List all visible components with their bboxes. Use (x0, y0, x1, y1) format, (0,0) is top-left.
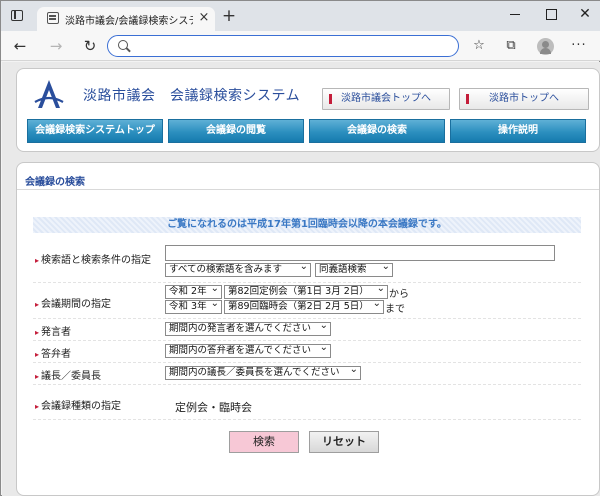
more-icon[interactable]: ··· (571, 38, 587, 54)
answerer-select[interactable]: 期間内の答弁者を選んでください (165, 344, 331, 358)
title-bar: 淡路市議会/会議録検索システム × + ✕ (1, 1, 600, 31)
city-top-link[interactable]: 淡路市トップへ (459, 88, 589, 110)
tab-title: 淡路市議会/会議録検索システム (65, 16, 193, 27)
to-session-select[interactable]: 第89回臨時会（第2日 2月 5日） (224, 300, 384, 314)
browser-tab[interactable]: 淡路市議会/会議録検索システム × (37, 7, 215, 31)
speaker-label: 発言者 (35, 323, 71, 338)
from-year-select[interactable]: 令和 2年 (165, 285, 222, 299)
search-panel: 会議録の検索 ご覧になれるのは平成17年第1回臨時会以降の本会議録です。 検索語… (16, 162, 600, 496)
synonym-select[interactable]: 同義語検索 (315, 263, 393, 277)
divider (33, 318, 581, 319)
browser-window: 淡路市議会/会議録検索システム × + ✕ ← → ↻ ☆ ⧉ ··· 淡路市議… (0, 0, 600, 496)
from-suffix: から (389, 289, 409, 300)
page-title: 淡路市議会 会議録検索システム (83, 88, 301, 104)
tab-actions-icon[interactable] (11, 10, 23, 21)
nav-tab-system-top[interactable]: 会議録検索システムトップ (27, 119, 163, 143)
maximize-button[interactable] (541, 5, 561, 23)
favorites-icon[interactable]: ☆ (471, 38, 487, 54)
notice-banner: ご覧になれるのは平成17年第1回臨時会以降の本会議録です。 (33, 217, 581, 233)
kind-value: 定例会・臨時会 (175, 401, 252, 414)
search-button[interactable]: 検索 (229, 431, 299, 453)
forward-arrow-icon[interactable]: → (47, 37, 65, 55)
site-header: 淡路市議会 会議録検索システム 淡路市議会トップへ 淡路市トップへ 会議録検索シ… (16, 68, 600, 152)
address-bar[interactable] (107, 35, 459, 57)
chair-select[interactable]: 期間内の議長／委員長を選んでください (165, 366, 361, 380)
answerer-label: 答弁者 (35, 345, 71, 360)
collections-icon[interactable]: ⧉ (503, 38, 519, 54)
nav-tab-browse[interactable]: 会議録の閲覧 (168, 119, 304, 143)
council-top-link[interactable]: 淡路市議会トップへ (322, 88, 450, 110)
profile-icon[interactable] (537, 38, 554, 55)
city-logo-icon (34, 80, 64, 108)
to-year-select[interactable]: 令和 3年 (165, 300, 222, 314)
back-arrow-icon[interactable]: ← (11, 37, 29, 55)
reload-icon[interactable]: ↻ (81, 37, 99, 55)
minimize-button[interactable] (505, 5, 525, 23)
condition-select[interactable]: すべての検索語を含みます (165, 263, 311, 277)
close-icon[interactable]: × (197, 10, 211, 26)
divider (33, 362, 581, 363)
favicon-icon (47, 12, 59, 24)
plus-icon[interactable]: + (221, 8, 237, 25)
divider (17, 189, 599, 190)
nav-tab-help[interactable]: 操作説明 (450, 119, 586, 143)
search-icon (118, 40, 128, 50)
keyword-input[interactable] (165, 245, 555, 261)
divider (33, 340, 581, 341)
period-label: 会議期間の指定 (35, 295, 111, 310)
kind-label: 会議録種類の指定 (35, 397, 121, 412)
main-nav: 会議録検索システムトップ 会議録の閲覧 会議録の検索 操作説明 (27, 119, 589, 143)
from-session-select[interactable]: 第82回定例会（第1日 3月 2日） (224, 285, 388, 299)
section-title: 会議録の検索 (25, 177, 85, 188)
to-suffix: まで (385, 304, 405, 315)
divider (33, 282, 581, 283)
page-viewport: 淡路市議会 会議録検索システム 淡路市議会トップへ 淡路市トップへ 会議録検索シ… (2, 62, 600, 496)
chair-label: 議長／委員長 (35, 367, 101, 382)
reset-button[interactable]: リセット (309, 431, 379, 453)
browser-toolbar: ← → ↻ ☆ ⧉ ··· (1, 31, 600, 61)
divider (33, 384, 581, 385)
speaker-select[interactable]: 期間内の発言者を選んでください (165, 322, 331, 336)
divider (33, 419, 581, 420)
keyword-label: 検索語と検索条件の指定 (35, 251, 151, 266)
window-close-button[interactable]: ✕ (575, 5, 595, 23)
nav-tab-search[interactable]: 会議録の検索 (309, 119, 445, 143)
